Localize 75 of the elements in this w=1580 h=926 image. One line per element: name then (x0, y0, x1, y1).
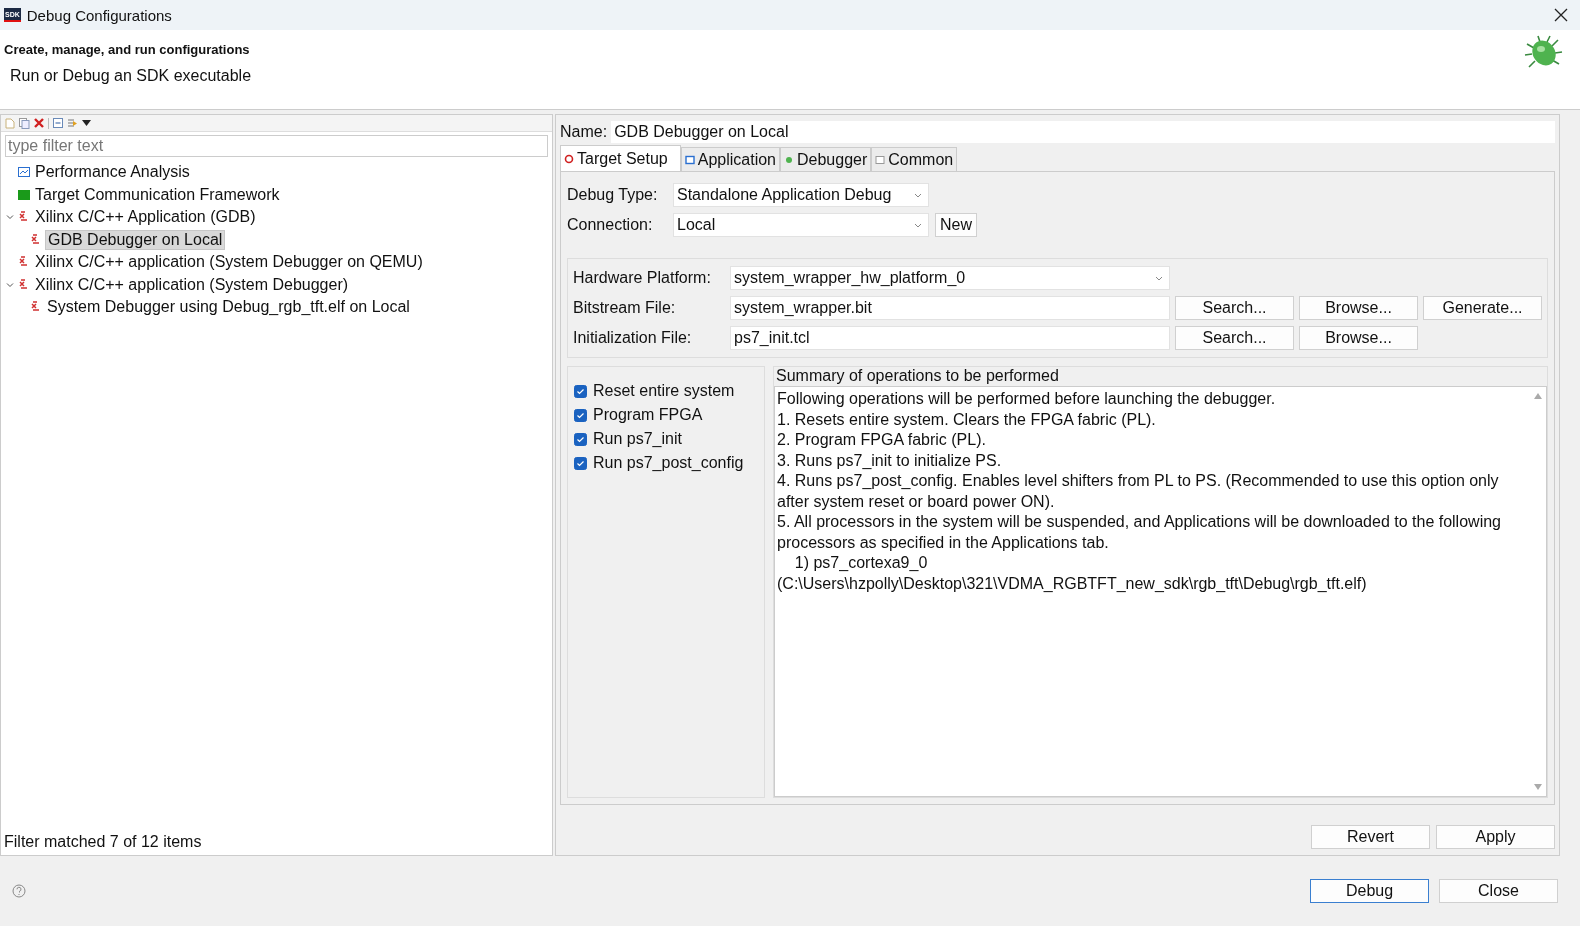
duplicate-icon[interactable] (19, 117, 30, 129)
tree-item[interactable]: Target Communication Framework (33, 185, 282, 204)
file-button[interactable]: Search... (1175, 326, 1294, 350)
file-button[interactable]: Search... (1175, 296, 1294, 320)
tree-item[interactable]: Performance Analysis (33, 163, 192, 182)
delete-icon[interactable] (34, 118, 44, 128)
filter-field[interactable]: type filter text (5, 135, 548, 157)
checkbox-label: Run ps7_post_config (593, 454, 744, 472)
tab-icon (875, 154, 886, 165)
chart-icon (18, 166, 30, 179)
file-button[interactable]: Browse... (1299, 296, 1418, 320)
close-icon[interactable] (1554, 8, 1568, 22)
checkbox-label: Reset entire system (593, 382, 735, 400)
connection-dropdown[interactable]: Local (673, 213, 929, 237)
summary-line: 1. Resets entire system. Clears the FPGA fabric (PL). (777, 409, 1157, 430)
file-field[interactable]: system_wrapper.bit (730, 296, 1170, 320)
dialog-button[interactable]: Close (1439, 879, 1558, 903)
tab-icon (784, 154, 794, 165)
summary-line: 5. All processors in the system will be suspended, and Applications will be downloaded to the following processors as specified in the Applications tab. (777, 512, 1502, 553)
chevron-icon[interactable] (6, 280, 14, 289)
checkbox-label: Program FPGA (593, 406, 703, 424)
summary-line: Following operations will be performed before launching the debugger. (777, 389, 1277, 409)
filter-status: Filter matched 7 of 12 items (3, 832, 203, 852)
file-button[interactable]: Browse... (1299, 326, 1418, 350)
file-button[interactable]: Generate... (1423, 296, 1542, 320)
caret-icon (914, 222, 922, 228)
tab[interactable]: Debugger (780, 147, 872, 171)
checkbox[interactable] (574, 432, 587, 446)
window-title: Debug Configurations (26, 6, 173, 24)
summary-line: 3. Runs ps7_init to initialize PS. (777, 450, 1003, 471)
checkbox[interactable] (574, 384, 587, 398)
tab[interactable]: Application (680, 147, 780, 171)
file-field[interactable]: ps7_init.tcl (730, 326, 1170, 350)
tree-item[interactable]: GDB Debugger on Local (45, 229, 226, 250)
connection-label: Connection: (567, 216, 654, 234)
field-label: Hardware Platform: (573, 269, 712, 287)
help-icon[interactable] (12, 884, 26, 898)
chevron-icon[interactable] (6, 213, 14, 222)
field-label: Initialization File: (573, 329, 693, 347)
checkbox[interactable] (574, 408, 587, 422)
dropdown-icon[interactable] (82, 120, 91, 126)
editor-button[interactable]: Apply (1436, 825, 1555, 849)
platform-dropdown[interactable]: system_wrapper_hw_platform_0 (730, 266, 1170, 290)
tree-item[interactable]: Xilinx C/C++ application (System Debugger) (33, 275, 351, 294)
summary-textarea[interactable] (774, 386, 1547, 797)
dialog-button[interactable]: Debug (1310, 879, 1429, 903)
tree-item[interactable]: System Debugger using Debug_rgb_tft.elf on Local (45, 298, 412, 317)
checkbox-label: Run ps7_init (593, 430, 682, 448)
summary-line: 4. Runs ps7_post_config. Enables level shifters from PL to PS. (Recommended to use this option only after system reset or board power ON). (777, 471, 1500, 512)
tab[interactable]: Common (871, 147, 958, 171)
debug-type-label: Debug Type: (567, 186, 659, 204)
field-label: Bitstream File: (573, 299, 677, 317)
new-config-icon[interactable] (5, 117, 15, 129)
tab[interactable]: Target Setup (560, 145, 681, 171)
checkbox[interactable] (574, 456, 587, 470)
collapse-all-icon[interactable] (53, 118, 63, 128)
scroll-up-icon[interactable] (1534, 393, 1542, 399)
name-label: Name: (560, 123, 608, 141)
summary-title: Summary of operations to be performed (775, 367, 1060, 386)
tree-item[interactable]: Xilinx C/C++ Application (GDB) (33, 208, 258, 227)
editor-button[interactable]: Revert (1311, 825, 1430, 849)
scroll-down-icon[interactable] (1534, 784, 1542, 790)
name-field[interactable]: GDB Debugger on Local (611, 121, 1555, 143)
caret-icon (914, 192, 922, 198)
dialog-heading: Create, manage, and run configurations (4, 42, 251, 57)
summary-line: 2. Program FPGA fabric (PL). (777, 430, 987, 450)
dialog-message: Run or Debug an SDK executable (10, 67, 252, 85)
new-button[interactable]: New (935, 213, 977, 237)
summary-line: (C:\Users\hzpolly\Desktop\321\VDMA_RGBTFT_new_sdk\rgb_tft\Debug\rgb_tft.elf) (777, 573, 1368, 594)
tab-icon (564, 153, 574, 164)
caret-icon (1155, 275, 1163, 281)
summary-line: 1) ps7_cortexa9_0 (793, 553, 929, 573)
debug-type-dropdown[interactable]: Standalone Application Debug (673, 183, 929, 207)
tab-icon (684, 154, 695, 165)
tree-item[interactable]: Xilinx C/C++ application (System Debugger on QEMU) (33, 253, 425, 272)
